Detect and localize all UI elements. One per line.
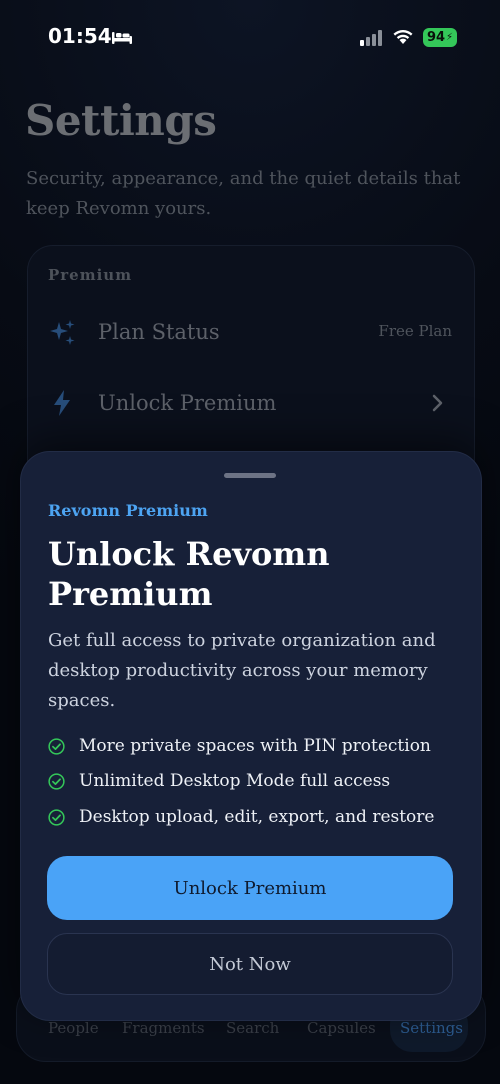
feature-item: More private spaces with PIN protection — [48, 736, 431, 756]
feature-label: More private spaces with PIN protection — [79, 736, 431, 756]
feature-label: Desktop upload, edit, export, and restor… — [79, 807, 435, 827]
plan-status-value: Free Plan — [378, 322, 452, 340]
tab-search[interactable]: Search — [226, 1019, 279, 1037]
plan-status-row[interactable]: Plan Status — [98, 320, 220, 344]
status-bar: 01:54 94 ⚡ — [0, 0, 500, 76]
unlock-premium-button[interactable]: Unlock Premium — [47, 856, 453, 920]
battery-level: 94 — [426, 30, 446, 45]
wifi-icon — [392, 27, 414, 49]
battery-icon: 94 ⚡ — [423, 28, 457, 47]
page-title: Settings — [25, 96, 217, 145]
sheet-eyebrow: Revomn Premium — [48, 501, 208, 520]
charging-bolt-icon: ⚡ — [446, 32, 454, 43]
section-label-premium: Premium — [48, 266, 133, 284]
check-circle-icon — [48, 737, 65, 755]
chevron-right-icon — [432, 394, 444, 416]
tab-capsules[interactable]: Capsules — [307, 1019, 376, 1037]
sheet-description: Get full access to private organization … — [48, 630, 436, 711]
page-subtitle: Security, appearance, and the quiet deta… — [26, 168, 461, 219]
sparkles-icon — [49, 319, 77, 351]
check-circle-icon — [48, 808, 65, 826]
tab-fragments[interactable]: Fragments — [122, 1019, 205, 1037]
status-time: 01:54 — [48, 24, 112, 48]
bed-icon — [111, 29, 133, 48]
tab-settings[interactable]: Settings — [400, 1019, 463, 1037]
cellular-signal-icon — [360, 30, 384, 50]
feature-item: Unlimited Desktop Mode full access — [48, 771, 390, 791]
feature-label: Unlimited Desktop Mode full access — [79, 771, 391, 791]
sheet-grabber[interactable] — [224, 473, 276, 478]
check-circle-icon — [48, 772, 65, 790]
not-now-button[interactable]: Not Now — [47, 933, 453, 995]
tab-people[interactable]: People — [48, 1019, 99, 1037]
unlock-premium-row[interactable]: Unlock Premium — [98, 391, 276, 415]
bolt-icon — [53, 390, 71, 420]
sheet-title: Unlock Revomn Premium — [48, 535, 330, 613]
feature-item: Desktop upload, edit, export, and restor… — [48, 807, 434, 827]
